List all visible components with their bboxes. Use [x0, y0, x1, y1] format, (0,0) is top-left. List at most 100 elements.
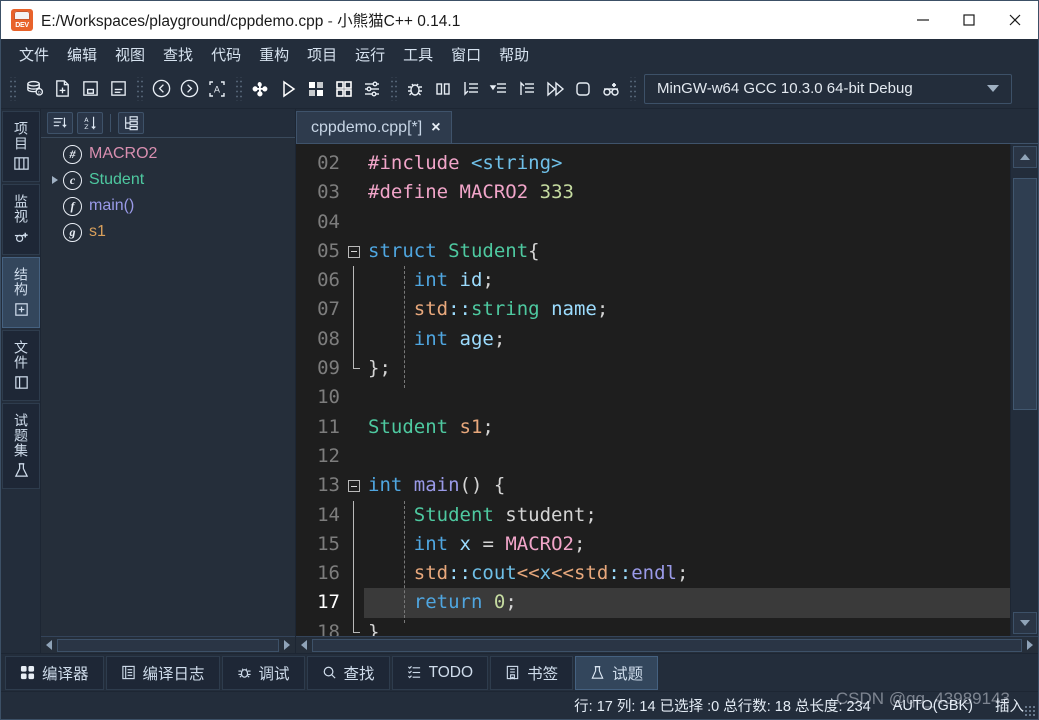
code-line[interactable]: #define MACRO2 333 [364, 178, 1010, 207]
stop-icon[interactable] [569, 75, 597, 103]
toolbar-grip-3[interactable] [234, 76, 243, 101]
bottom-tab-2[interactable]: 调试 [221, 655, 305, 690]
pause-icon[interactable] [429, 75, 457, 103]
tree-item[interactable]: c Student [41, 167, 295, 193]
code-line[interactable]: int age; [364, 325, 1010, 354]
menu-item-6[interactable]: 项目 [298, 42, 346, 67]
compile-run-icon[interactable] [302, 75, 330, 103]
encoding-status[interactable]: AUTO(GBK) [893, 698, 973, 714]
menu-item-8[interactable]: 工具 [394, 42, 442, 67]
redo-icon[interactable] [175, 75, 203, 103]
rail-tab-2[interactable]: 结构 [2, 257, 40, 328]
code-line[interactable] [364, 383, 1010, 412]
bottom-tab-0[interactable]: 编译器 [5, 655, 104, 690]
editor-tab-cppdemo[interactable]: cppdemo.cpp[*] × [296, 111, 452, 143]
menu-item-7[interactable]: 运行 [346, 42, 394, 67]
run-icon[interactable] [274, 75, 302, 103]
sort-alpha-icon[interactable]: A Z [77, 112, 103, 134]
structure-tree[interactable]: # MACRO2 c Student f main() g s1 [41, 137, 295, 636]
rail-tab-0[interactable]: 项目 [2, 111, 40, 182]
vscroll-thumb[interactable] [1012, 178, 1037, 410]
close-button[interactable] [992, 1, 1038, 39]
show-structure-icon[interactable] [118, 112, 144, 134]
toolbar-grip[interactable] [8, 76, 17, 101]
code-line[interactable]: int x = MACRO2; [364, 530, 1010, 559]
code-line[interactable]: } [364, 618, 1010, 636]
debug-icon[interactable] [401, 75, 429, 103]
structure-panel-hscrollbar[interactable] [41, 636, 295, 653]
menu-item-5[interactable]: 重构 [250, 42, 298, 67]
code-line[interactable]: struct Student{ [364, 237, 1010, 266]
minimize-button[interactable] [900, 1, 946, 39]
code-text[interactable]: #include <string> #define MACRO2 333 struc… [364, 144, 1010, 636]
new-file-icon[interactable] [48, 75, 76, 103]
sort-by-type-icon[interactable] [47, 112, 73, 134]
menu-item-2[interactable]: 视图 [106, 42, 154, 67]
editor-hscrollbar[interactable] [296, 636, 1038, 653]
code-line[interactable] [364, 442, 1010, 471]
code-line[interactable]: std::string name; [364, 295, 1010, 324]
tree-item[interactable]: # MACRO2 [41, 141, 295, 167]
fold-collapse-icon[interactable] [348, 245, 360, 258]
tree-item[interactable]: f main() [41, 193, 295, 219]
code-line[interactable]: }; [364, 354, 1010, 383]
code-line[interactable]: int main() { [364, 471, 1010, 500]
save-icon[interactable] [76, 75, 104, 103]
expand-arrow-icon[interactable] [47, 176, 63, 184]
rail-tab-3[interactable]: 文件 [2, 330, 40, 401]
editor-scroll-right-button[interactable] [1022, 638, 1038, 653]
code-line[interactable]: Student student; [364, 501, 1010, 530]
step-into-icon[interactable] [485, 75, 513, 103]
tree-item[interactable]: g s1 [41, 219, 295, 245]
toolbar-grip-4[interactable] [389, 76, 398, 101]
menu-item-0[interactable]: 文件 [10, 42, 58, 67]
scroll-down-button[interactable] [1012, 612, 1037, 634]
menu-item-3[interactable]: 查找 [154, 42, 202, 67]
undo-icon[interactable] [147, 75, 175, 103]
compiler-set-dropdown[interactable]: MinGW-w64 GCC 10.3.0 64-bit Debug [644, 73, 1012, 104]
code-line[interactable]: Student s1; [364, 413, 1010, 442]
scroll-left-button[interactable] [41, 638, 57, 653]
scroll-up-button[interactable] [1012, 146, 1037, 168]
editor-scroll-left-button[interactable] [296, 638, 312, 653]
rail-tab-1[interactable]: 监视 [2, 184, 40, 255]
step-out-icon[interactable] [513, 75, 541, 103]
continue-icon[interactable] [541, 75, 569, 103]
step-over-icon[interactable] [457, 75, 485, 103]
code-line[interactable]: std::cout<<x<<std::endl; [364, 559, 1010, 588]
bottom-tab-6[interactable]: 试题 [575, 655, 659, 690]
code-line[interactable]: return 0; [364, 588, 1010, 618]
code-line[interactable] [364, 208, 1010, 237]
resize-grip-icon[interactable] [1024, 705, 1036, 717]
code-viewport[interactable]: 02 03 04 05 06 07 08 09 10 11 12 13 14 15 16 17 18 #incl… [296, 144, 1010, 636]
insert-mode-status[interactable]: 插入 [995, 695, 1024, 716]
compile-icon[interactable] [246, 75, 274, 103]
menu-item-1[interactable]: 编辑 [58, 42, 106, 67]
bottom-tab-4[interactable]: TODO [391, 655, 489, 690]
code-editor[interactable]: 02 03 04 05 06 07 08 09 10 11 12 13 14 15 16 17 18 #incl… [296, 143, 1038, 636]
toolbar-grip-2[interactable] [135, 76, 144, 101]
code-line[interactable]: #include <string> [364, 149, 1010, 178]
database-icon[interactable]: D [20, 75, 48, 103]
bottom-tab-5[interactable]: 书签 [490, 655, 574, 690]
bottom-tab-3[interactable]: 查找 [306, 655, 390, 690]
rebuild-icon[interactable] [330, 75, 358, 103]
menu-item-9[interactable]: 窗口 [442, 42, 490, 67]
bottom-tab-1[interactable]: 编译日志 [105, 655, 220, 690]
toolbar-grip-5[interactable] [628, 76, 637, 101]
select-all-icon[interactable]: A [203, 75, 231, 103]
options-icon[interactable] [358, 75, 386, 103]
editor-vscrollbar[interactable] [1010, 144, 1038, 636]
code-line[interactable]: int id; [364, 266, 1010, 295]
add-watch-icon[interactable] [597, 75, 625, 103]
menu-item-10[interactable]: 帮助 [490, 42, 538, 67]
scroll-right-button[interactable] [279, 638, 295, 653]
vscroll-track[interactable] [1012, 168, 1037, 612]
code-folding-column[interactable] [346, 144, 364, 636]
fold-collapse-icon[interactable] [348, 480, 360, 493]
close-icon[interactable]: × [431, 119, 440, 136]
maximize-button[interactable] [946, 1, 992, 39]
menu-item-4[interactable]: 代码 [202, 42, 250, 67]
rail-tab-4[interactable]: 试题集 [2, 403, 40, 489]
scroll-track[interactable] [57, 638, 279, 652]
